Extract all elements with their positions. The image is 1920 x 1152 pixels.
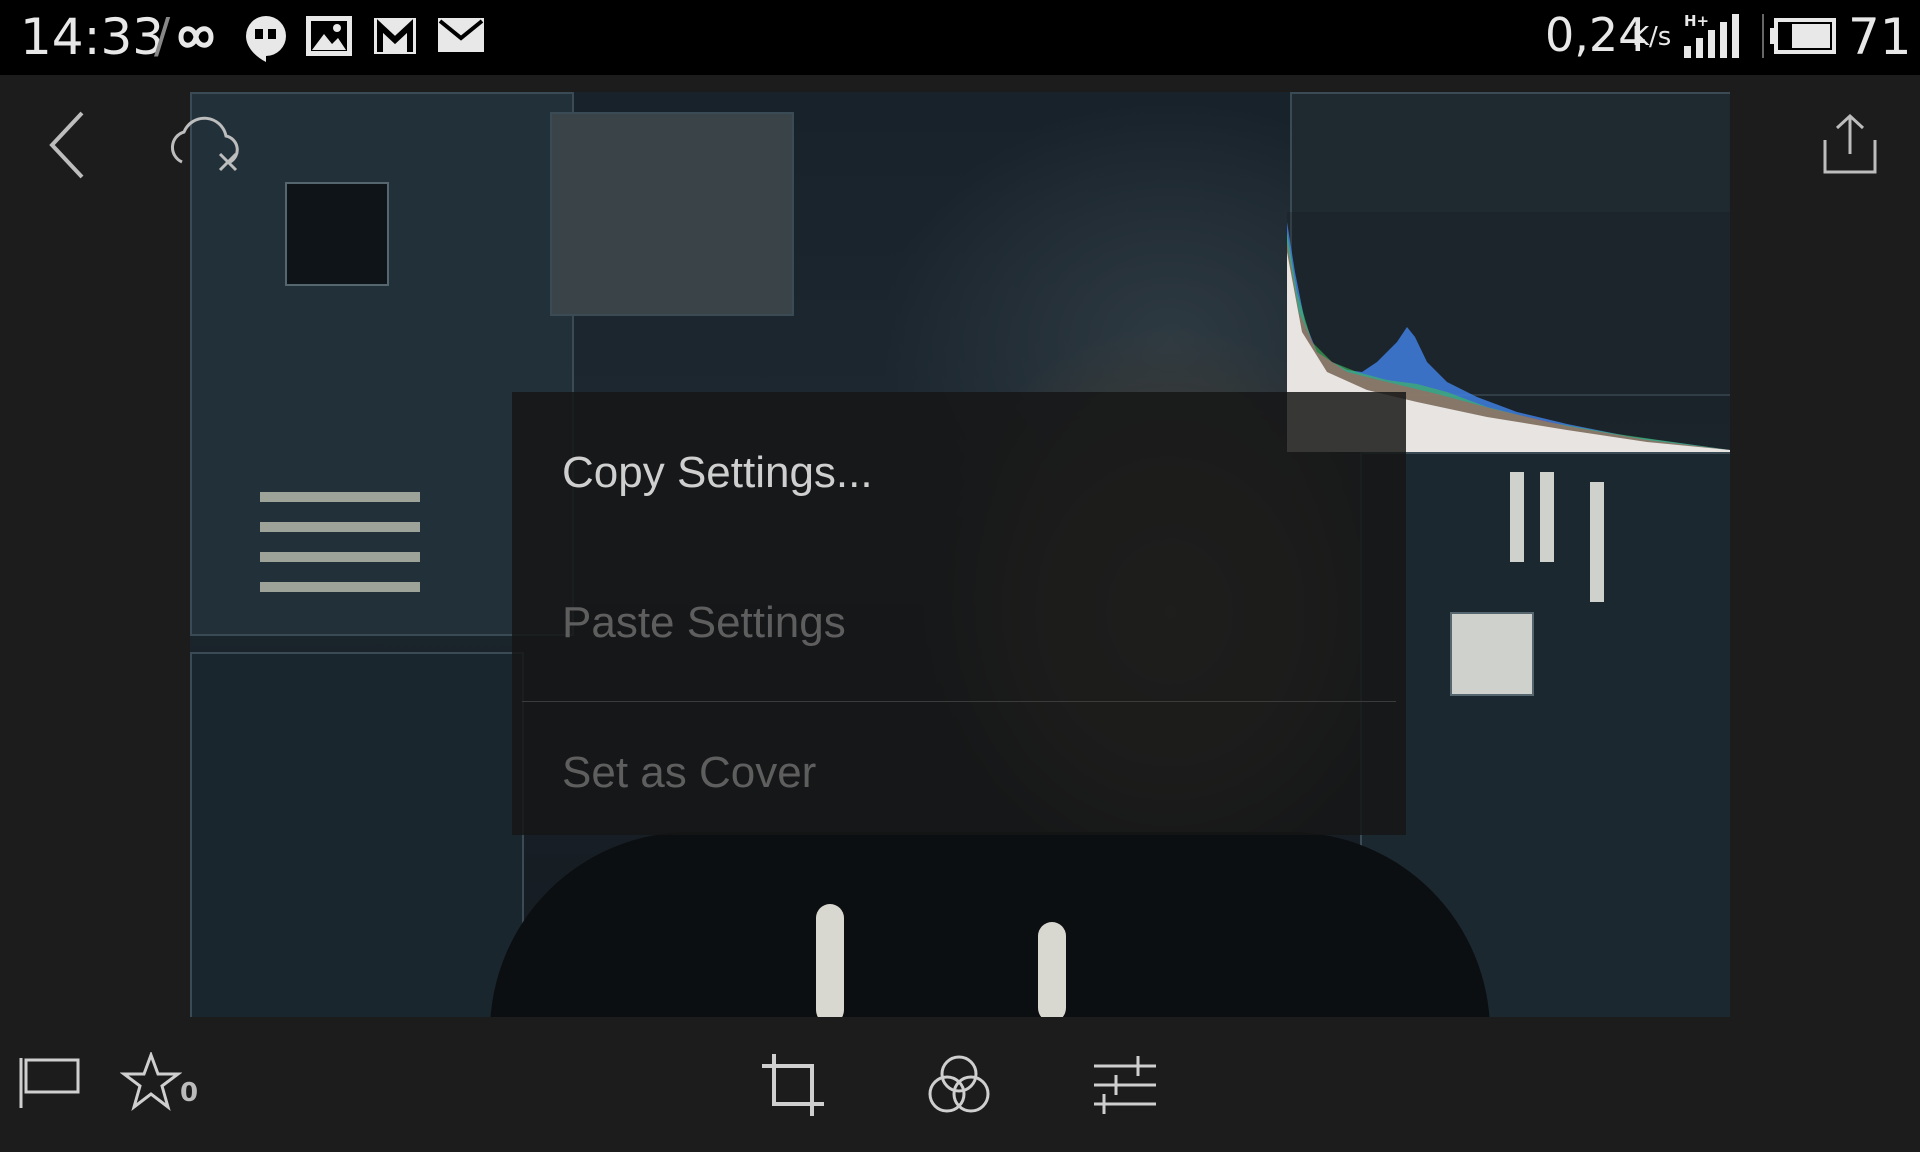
- back-button[interactable]: [40, 105, 100, 185]
- hangouts-icon: [244, 14, 288, 66]
- hoodie-graphic: [490, 832, 1490, 1017]
- battery-level: 71: [1848, 8, 1912, 66]
- crop-icon: [762, 1054, 824, 1116]
- network-speed-unit: K/s: [1632, 22, 1672, 52]
- menu-item-set-as-cover[interactable]: Set as Cover: [562, 748, 816, 798]
- crop-tool-button[interactable]: [760, 1052, 826, 1122]
- hoodie-cord-graphic: [1038, 922, 1066, 1017]
- rating-value: 0: [180, 1078, 199, 1108]
- context-menu: Copy Settings... Paste Settings Set as C…: [512, 392, 1406, 835]
- ram-slot-graphic: [1590, 482, 1604, 602]
- pci-slot-graphic: [260, 522, 420, 532]
- share-button[interactable]: [1815, 110, 1885, 180]
- socket-graphic: [1450, 612, 1534, 696]
- cpu-socket-graphic: [285, 182, 389, 286]
- cloud-off-icon: [171, 116, 239, 172]
- menu-item-copy-settings[interactable]: Copy Settings...: [562, 448, 873, 498]
- chevron-left-icon: [49, 111, 84, 179]
- pci-slot-graphic: [260, 552, 420, 562]
- flag-icon: [19, 1058, 80, 1108]
- divider: [1760, 12, 1766, 64]
- hoodie-cord-graphic: [816, 904, 844, 1017]
- rating-button[interactable]: [119, 1050, 183, 1116]
- board-graphic: [550, 112, 794, 316]
- signal-icon: H+: [1682, 12, 1740, 64]
- sync-status-button[interactable]: [160, 112, 250, 182]
- status-bar: 14:33 / 0,24 K/s H+ 71: [0, 0, 1920, 75]
- adjust-icon: [1094, 1056, 1156, 1114]
- pci-slot-graphic: [260, 492, 420, 502]
- menu-divider: [522, 701, 1396, 702]
- ram-slot-graphic: [1510, 472, 1524, 562]
- presets-tool-button[interactable]: [926, 1052, 992, 1122]
- adjust-tool-button[interactable]: [1092, 1052, 1158, 1122]
- ram-slot-graphic: [1540, 472, 1554, 562]
- infinity-icon: [166, 14, 226, 64]
- pci-slot-graphic: [260, 582, 420, 592]
- menu-item-paste-settings[interactable]: Paste Settings: [562, 598, 846, 648]
- status-time: 14:33: [20, 8, 165, 66]
- gmail-icon: [372, 14, 418, 62]
- battery-icon: [1768, 16, 1838, 60]
- flag-button[interactable]: [18, 1056, 82, 1114]
- gallery-icon: [304, 14, 354, 62]
- email-icon: [436, 14, 486, 60]
- star-icon: [119, 1050, 183, 1111]
- network-type-label: H+: [1684, 12, 1709, 30]
- share-icon: [1823, 113, 1877, 174]
- motherboard-graphic: [190, 652, 524, 1017]
- presets-icon: [928, 1055, 990, 1113]
